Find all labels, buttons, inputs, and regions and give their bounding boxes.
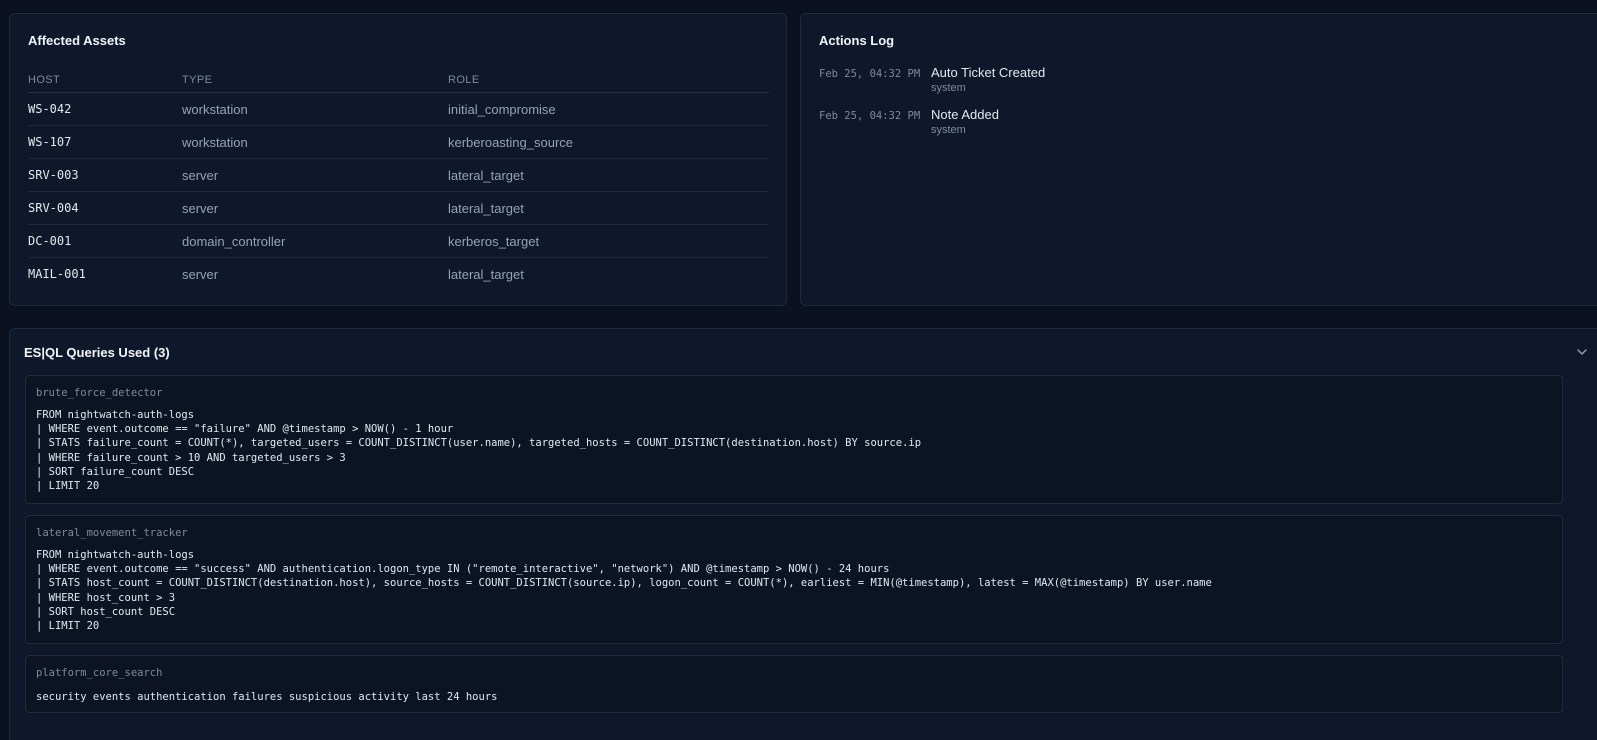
type-cell: server (182, 266, 219, 282)
affected-assets-panel: Affected Assets HOST TYPE ROLE WS-042 wo… (9, 13, 787, 306)
table-row[interactable]: SRV-004 server lateral_target (28, 191, 769, 225)
host-cell: WS-042 (28, 92, 182, 126)
query-line: security events authentication failures … (36, 691, 498, 703)
query-line: | WHERE event.outcome == "failure" AND @… (36, 423, 454, 436)
query-code: security events authentication failures … (36, 690, 497, 704)
type-cell: domain_controller (182, 224, 448, 258)
query-line: | SORT failure_count DESC (36, 465, 195, 478)
column-header-role[interactable]: ROLE (448, 68, 769, 93)
role-cell: kerberoasting_source (448, 125, 769, 159)
query-line: FROM nightwatch-auth-logs (36, 549, 195, 561)
column-header-type[interactable]: TYPE (182, 68, 448, 93)
query-name: lateral_movement_tracker (36, 527, 188, 539)
query-line: | WHERE event.outcome == "success" AND a… (36, 563, 890, 576)
query-code: FROM nightwatch-auth-logs | WHERE event.… (36, 548, 1212, 633)
affected-assets-table: HOST TYPE ROLE WS-042 workstation initia… (28, 68, 769, 290)
log-entry-title: Note Added (931, 107, 999, 122)
log-entry-time: Feb 25, 04:32 PM (819, 110, 921, 122)
table-row[interactable]: DC-001 domain_controller kerberos_target (28, 224, 769, 258)
query-line: | WHERE host_count > 3 (36, 591, 176, 604)
role-cell: initial_compromise (448, 92, 769, 126)
query-name: platform_core_search (36, 667, 163, 679)
query-name: brute_force_detector (36, 387, 163, 399)
host-cell: SRV-003 (28, 158, 182, 192)
role-cell: lateral_target (448, 158, 769, 192)
log-entry-user: system (931, 124, 966, 136)
role-cell: kerberos_target (448, 224, 769, 258)
query-line: | WHERE failure_count > 10 AND targeted_… (36, 451, 346, 464)
actions-log-panel: Actions Log Feb 25, 04:32 PM Auto Ticket… (800, 13, 1597, 306)
role-cell: lateral_target (448, 191, 769, 225)
log-entry-title: Auto Ticket Created (931, 65, 1046, 80)
table-header-row: HOST TYPE ROLE (28, 68, 769, 93)
query-line: | SORT host_count DESC (36, 605, 176, 618)
host-cell: MAIL-001 (28, 267, 86, 281)
host-cell: DC-001 (28, 224, 182, 258)
esql-queries-title[interactable]: ES|QL Queries Used (3) (24, 345, 170, 360)
query-card: platform_core_search security events aut… (25, 655, 1563, 713)
query-line: | LIMIT 20 (36, 480, 100, 493)
table-row[interactable]: SRV-003 server lateral_target (28, 158, 769, 192)
chevron-down-icon[interactable] (1575, 345, 1589, 359)
column-header-host[interactable]: HOST (28, 68, 182, 93)
affected-assets-title: Affected Assets (28, 33, 126, 48)
table-row[interactable]: WS-107 workstation kerberoasting_source (28, 125, 769, 159)
query-card: lateral_movement_tracker FROM nightwatch… (25, 515, 1563, 644)
log-entry-time: Feb 25, 04:32 PM (819, 68, 921, 80)
query-line: | STATS host_count = COUNT_DISTINCT(dest… (36, 577, 1212, 590)
host-cell: SRV-004 (28, 191, 182, 225)
host-cell: WS-107 (28, 125, 182, 159)
type-cell: server (182, 191, 448, 225)
esql-queries-panel: ES|QL Queries Used (3) brute_force_detec… (9, 328, 1597, 740)
log-entry: Feb 25, 04:32 PM Note Added system (819, 107, 1519, 141)
type-cell: workstation (182, 125, 448, 159)
type-cell: workstation (182, 92, 448, 126)
actions-log-title: Actions Log (819, 33, 895, 48)
query-code: FROM nightwatch-auth-logs | WHERE event.… (36, 408, 921, 493)
log-entry-user: system (931, 82, 966, 94)
query-card: brute_force_detector FROM nightwatch-aut… (25, 375, 1563, 504)
query-line: | LIMIT 20 (36, 620, 100, 633)
query-line: FROM nightwatch-auth-logs (36, 409, 195, 421)
table-row[interactable]: MAIL-001 server lateral_target (28, 258, 769, 291)
role-cell: lateral_target (448, 266, 524, 282)
query-line: | STATS failure_count = COUNT(*), target… (36, 437, 922, 450)
log-entry: Feb 25, 04:32 PM Auto Ticket Created sys… (819, 65, 1519, 99)
table-row[interactable]: WS-042 workstation initial_compromise (28, 92, 769, 126)
type-cell: server (182, 158, 448, 192)
